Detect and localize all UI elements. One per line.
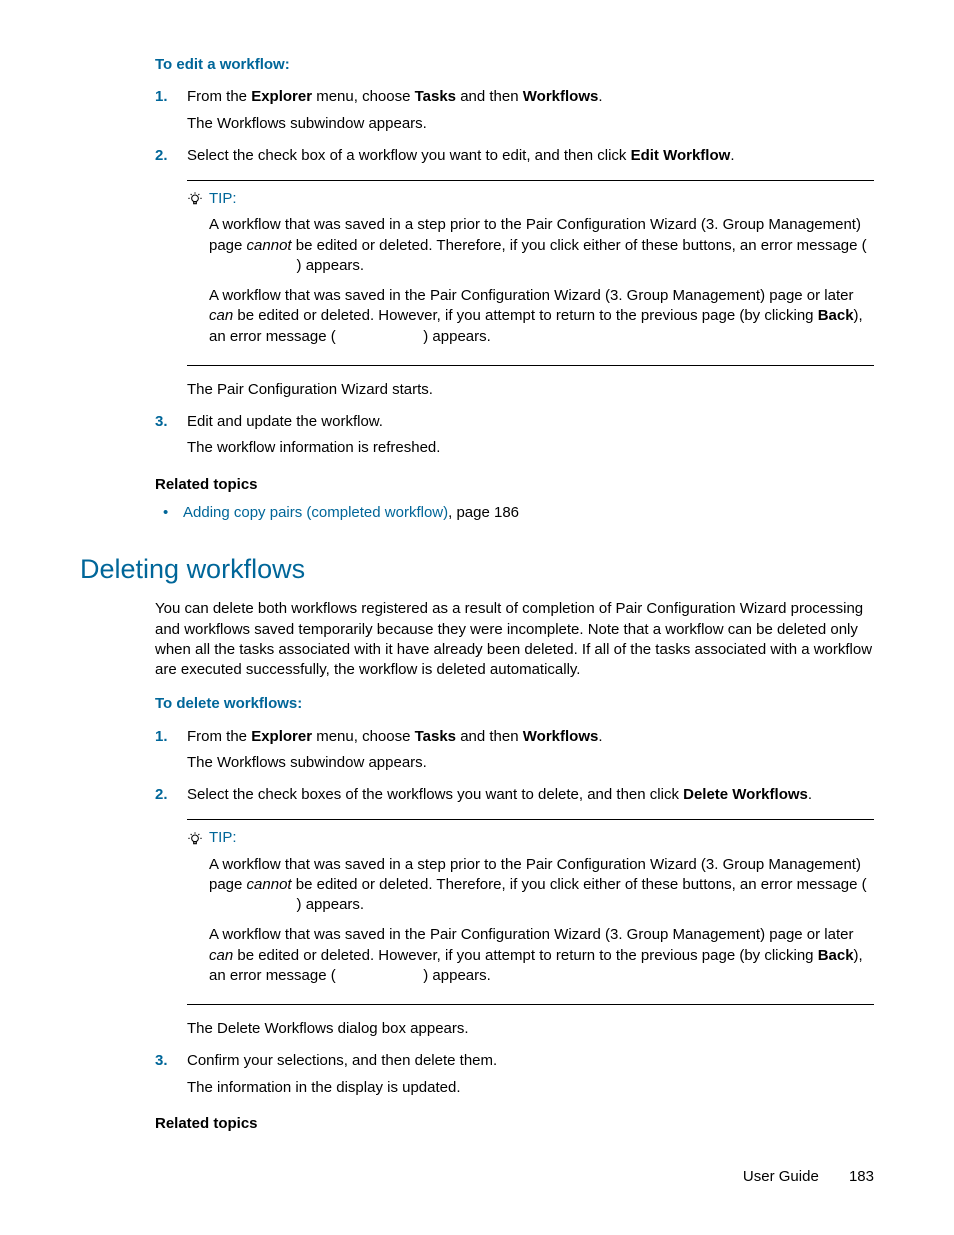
tip-heading: TIP: <box>187 828 874 848</box>
page: To edit a workflow: 1. From the Explorer… <box>0 0 954 1235</box>
step-subtext: The information in the display is update… <box>187 1078 874 1098</box>
step-subtext: The Workflows subwindow appears. <box>187 753 874 773</box>
step-number: 1. <box>155 727 168 747</box>
footer-label: User Guide <box>743 1168 819 1185</box>
step-number: 2. <box>155 146 168 166</box>
delete-step-1: 1. From the Explorer menu, choose Tasks … <box>155 727 874 774</box>
edit-step-1: 1. From the Explorer menu, choose Tasks … <box>155 87 874 134</box>
edit-step-3: 3. Edit and update the workflow. The wor… <box>155 412 874 459</box>
tip-label: TIP: <box>209 189 237 209</box>
step-text: Select the check boxes of the workflows … <box>187 785 874 805</box>
delete-workflows-heading: To delete workflows: <box>155 694 874 714</box>
step-text: Select the check box of a workflow you w… <box>187 146 874 166</box>
step-number: 2. <box>155 785 168 805</box>
related-link[interactable]: Adding copy pairs (completed workflow) <box>183 504 448 521</box>
related-item: Adding copy pairs (completed workflow), … <box>155 503 874 523</box>
step-subtext: The Pair Configuration Wizard starts. <box>187 380 874 400</box>
tip-box: TIP: A workflow that was saved in a step… <box>187 819 874 1005</box>
tip-body: A workflow that was saved in a step prio… <box>187 215 874 347</box>
deleting-workflows-heading: Deleting workflows <box>80 551 874 587</box>
delete-steps: 1. From the Explorer menu, choose Tasks … <box>155 727 874 1098</box>
step-subtext: The Delete Workflows dialog box appears. <box>187 1019 874 1039</box>
tip-box: TIP: A workflow that was saved in a step… <box>187 180 874 366</box>
step-text: From the Explorer menu, choose Tasks and… <box>187 87 874 107</box>
step-number: 3. <box>155 412 168 432</box>
page-footer: User Guide 183 <box>743 1167 874 1187</box>
delete-step-3: 3. Confirm your selections, and then del… <box>155 1051 874 1098</box>
step-number: 3. <box>155 1051 168 1071</box>
tip-heading: TIP: <box>187 189 874 209</box>
step-text: Edit and update the workflow. <box>187 412 874 432</box>
step-subtext: The workflow information is refreshed. <box>187 438 874 458</box>
deleting-intro: You can delete both workflows registered… <box>155 599 874 680</box>
lightbulb-icon <box>187 191 203 207</box>
tip-body: A workflow that was saved in a step prio… <box>187 855 874 987</box>
edit-steps: 1. From the Explorer menu, choose Tasks … <box>155 87 874 458</box>
edit-step-2: 2. Select the check box of a workflow yo… <box>155 146 874 400</box>
page-number: 183 <box>849 1168 874 1185</box>
related-topics-heading: Related topics <box>155 1114 874 1134</box>
step-number: 1. <box>155 87 168 107</box>
delete-step-2: 2. Select the check boxes of the workflo… <box>155 785 874 1039</box>
step-text: From the Explorer menu, choose Tasks and… <box>187 727 874 747</box>
step-subtext: The Workflows subwindow appears. <box>187 114 874 134</box>
edit-workflow-heading: To edit a workflow: <box>155 55 874 75</box>
tip-label: TIP: <box>209 828 237 848</box>
related-topics-heading: Related topics <box>155 475 874 495</box>
related-topics-list: Adding copy pairs (completed workflow), … <box>155 503 874 523</box>
step-text: Confirm your selections, and then delete… <box>187 1051 874 1071</box>
lightbulb-icon <box>187 831 203 847</box>
